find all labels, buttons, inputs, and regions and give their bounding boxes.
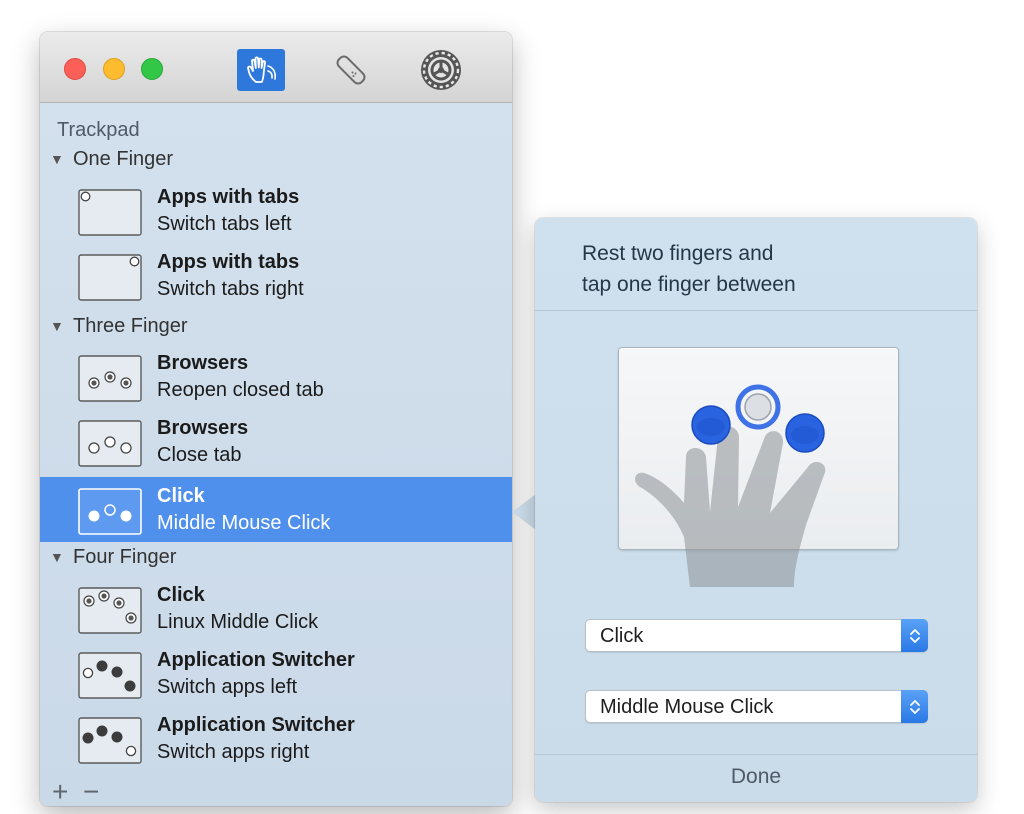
tag-icon <box>336 55 366 85</box>
one-finger-top-left-icon <box>78 189 142 236</box>
description-line: Rest two fingers and <box>582 242 774 265</box>
remove-gesture-button[interactable]: − <box>83 778 99 806</box>
item-subtitle: Switch apps right <box>157 741 310 763</box>
tab-gestures[interactable] <box>237 49 285 91</box>
gear-icon <box>421 50 461 90</box>
minimize-button[interactable] <box>103 58 125 80</box>
three-finger-tap-icon <box>78 420 142 467</box>
group-three-finger[interactable]: ▼ Three Finger <box>50 313 188 339</box>
done-button[interactable]: Done <box>535 765 977 789</box>
item-title: Apps with tabs <box>157 251 300 273</box>
select-chevron-icon[interactable] <box>901 690 928 723</box>
list-item-selected[interactable]: Click Middle Mouse Click <box>40 477 512 542</box>
tab-settings[interactable] <box>417 49 465 91</box>
gesture-list: Trackpad ▼ One Finger Apps with tabs Swi… <box>40 104 512 806</box>
tab-tags[interactable] <box>327 49 375 91</box>
four-finger-left-icon <box>78 652 142 699</box>
group-one-finger[interactable]: ▼ One Finger <box>50 146 173 172</box>
popover-arrow <box>512 494 536 530</box>
disclosure-triangle-icon[interactable]: ▼ <box>50 318 65 334</box>
hand-gesture-icon <box>247 56 277 83</box>
item-title: Browsers <box>157 352 249 374</box>
list-item[interactable]: Application Switcher Switch apps right <box>40 706 512 771</box>
item-title: Apps with tabs <box>157 186 300 208</box>
group-label: One Finger <box>73 147 174 170</box>
gesture-type-select[interactable]: Click <box>585 619 928 652</box>
gesture-description: Rest two fingers and tap one finger betw… <box>582 238 796 300</box>
list-item[interactable]: Browsers Reopen closed tab <box>40 344 512 409</box>
four-finger-click-icon <box>78 587 142 634</box>
action-value: Middle Mouse Click <box>600 696 774 718</box>
item-subtitle: Close tab <box>157 444 242 466</box>
item-title: Click <box>157 485 205 507</box>
preferences-window: Trackpad ▼ One Finger Apps with tabs Swi… <box>40 32 512 806</box>
one-finger-top-right-icon <box>78 254 142 301</box>
item-title: Application Switcher <box>157 714 355 736</box>
item-title: Application Switcher <box>157 649 355 671</box>
three-finger-middle-tap-icon <box>78 488 142 535</box>
popover-header: Rest two fingers and tap one finger betw… <box>535 218 977 311</box>
touch-points-icon <box>691 384 825 453</box>
zoom-button[interactable] <box>141 58 163 80</box>
list-item[interactable]: Apps with tabs Switch tabs right <box>40 243 512 308</box>
list-item[interactable]: Click Linux Middle Click <box>40 576 512 641</box>
hand-illustration-icon <box>635 384 826 587</box>
disclosure-triangle-icon[interactable]: ▼ <box>50 151 65 167</box>
item-subtitle: Linux Middle Click <box>157 611 319 633</box>
gesture-type-value: Click <box>600 625 644 647</box>
four-finger-right-icon <box>78 717 142 764</box>
item-title: Click <box>157 584 205 606</box>
close-button[interactable] <box>64 58 86 80</box>
group-label: Three Finger <box>73 314 188 337</box>
select-chevron-icon[interactable] <box>901 619 928 652</box>
group-four-finger[interactable]: ▼ Four Finger <box>50 544 176 570</box>
list-item[interactable]: Apps with tabs Switch tabs left <box>40 178 512 243</box>
three-finger-click-icon <box>78 355 142 402</box>
description-line: tap one finger between <box>582 273 796 296</box>
item-subtitle: Switch apps left <box>157 676 298 698</box>
sidebar-heading: Trackpad <box>57 119 140 141</box>
gesture-detail-popover: Rest two fingers and tap one finger betw… <box>535 218 977 802</box>
item-subtitle: Reopen closed tab <box>157 379 324 401</box>
action-select[interactable]: Middle Mouse Click <box>585 690 928 723</box>
add-gesture-button[interactable]: + <box>52 778 68 806</box>
popover-footer: Done <box>535 754 977 802</box>
item-subtitle: Middle Mouse Click <box>157 512 331 534</box>
item-subtitle: Switch tabs left <box>157 213 292 235</box>
item-subtitle: Switch tabs right <box>157 278 304 300</box>
group-label: Four Finger <box>73 545 177 568</box>
list-item[interactable]: Browsers Close tab <box>40 409 512 474</box>
disclosure-triangle-icon[interactable]: ▼ <box>50 549 65 565</box>
window-titlebar <box>40 32 512 103</box>
item-title: Browsers <box>157 417 249 439</box>
list-item[interactable]: Application Switcher Switch apps left <box>40 641 512 706</box>
